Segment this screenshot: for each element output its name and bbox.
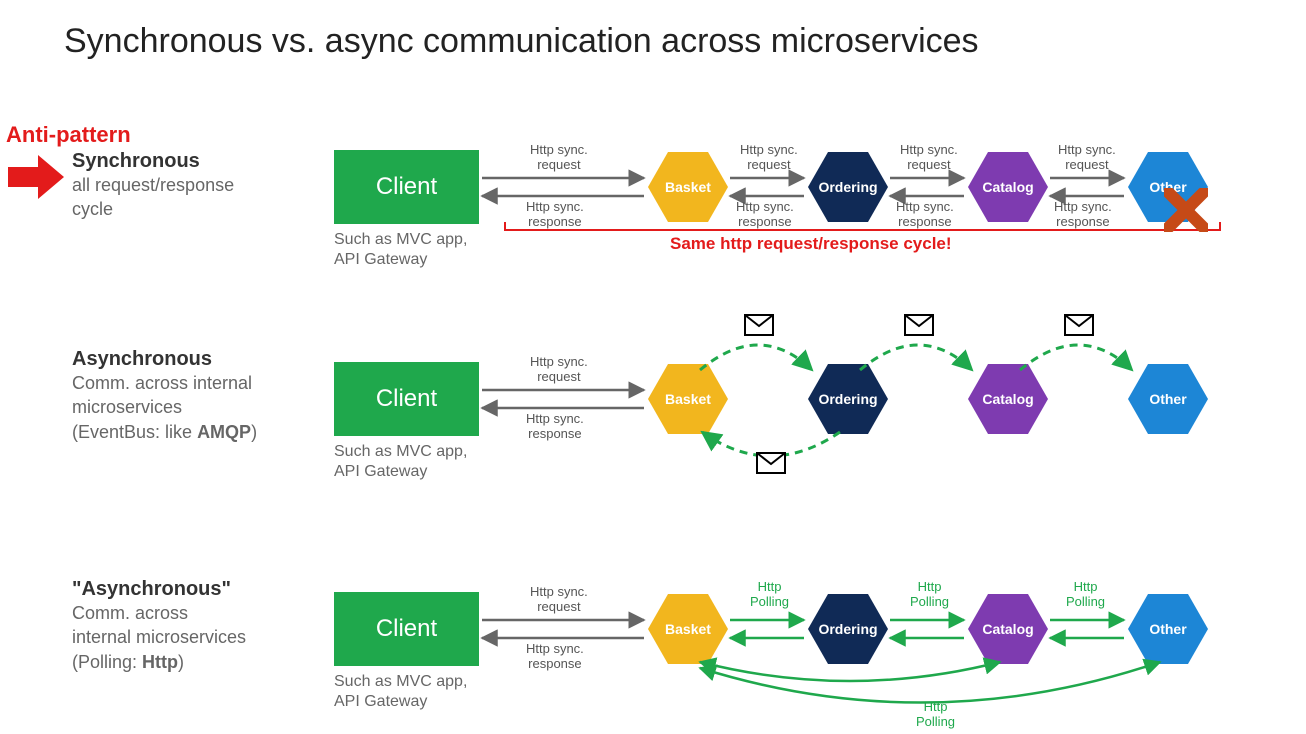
poll-heading: "Asynchronous" <box>72 578 322 601</box>
client-box-sync: Client <box>334 150 479 224</box>
poll-desc: Comm. across internal microservices (Pol… <box>72 601 322 674</box>
ordering-node-poll: Ordering <box>808 594 888 664</box>
other-node-async: Other <box>1128 364 1208 434</box>
envelope-icon <box>904 314 934 336</box>
lbl-req-1b: Http sync.request <box>740 143 798 173</box>
red-arrow-icon <box>8 155 64 199</box>
lbl-req-2a: Http sync.request <box>530 355 588 385</box>
lbl-req-1a: Http sync.request <box>530 143 588 173</box>
lbl-res-1c: Http sync.response <box>896 200 954 230</box>
lbl-req-3a: Http sync.request <box>530 585 588 615</box>
error-x-icon <box>1164 188 1208 232</box>
anti-pattern-label: Anti-pattern <box>6 122 131 148</box>
lbl-res-2a: Http sync.response <box>526 412 584 442</box>
ordering-node-async: Ordering <box>808 364 888 434</box>
basket-node-poll: Basket <box>648 594 728 664</box>
page-title: Synchronous vs. async communication acro… <box>64 22 979 61</box>
catalog-node-async: Catalog <box>968 364 1048 434</box>
catalog-node-sync: Catalog <box>968 152 1048 222</box>
lbl-req-1d: Http sync.request <box>1058 143 1116 173</box>
section-sync-label: Synchronous all request/response cycle <box>72 150 302 222</box>
envelope-icon <box>1064 314 1094 336</box>
ordering-node-sync: Ordering <box>808 152 888 222</box>
sync-desc: all request/response cycle <box>72 173 302 222</box>
lbl-poll-3b: HttpPolling <box>750 580 789 610</box>
lbl-res-3a: Http sync.response <box>526 642 584 672</box>
lbl-req-1c: Http sync.request <box>900 143 958 173</box>
client-box-poll: Client <box>334 592 479 666</box>
async-desc: Comm. across internal microservices (Eve… <box>72 371 322 444</box>
envelope-icon <box>744 314 774 336</box>
client-caption-poll: Such as MVC app,API Gateway <box>334 672 467 712</box>
basket-node-sync: Basket <box>648 152 728 222</box>
lbl-poll-3c: HttpPolling <box>910 580 949 610</box>
section-async-label: Asynchronous Comm. across internal micro… <box>72 348 322 444</box>
red-bracket-label: Same http request/response cycle! <box>670 234 952 254</box>
envelope-icon <box>756 452 786 474</box>
client-box-async: Client <box>334 362 479 436</box>
async-heading: Asynchronous <box>72 348 322 371</box>
lbl-res-1b: Http sync.response <box>736 200 794 230</box>
catalog-node-poll: Catalog <box>968 594 1048 664</box>
client-caption-sync: Such as MVC app,API Gateway <box>334 230 467 270</box>
lbl-poll-3d: HttpPolling <box>1066 580 1105 610</box>
other-node-poll: Other <box>1128 594 1208 664</box>
sync-heading: Synchronous <box>72 150 302 173</box>
lbl-poll-3e: HttpPolling <box>916 700 955 730</box>
lbl-res-1d: Http sync.response <box>1054 200 1112 230</box>
section-poll-label: "Asynchronous" Comm. across internal mic… <box>72 578 322 674</box>
lbl-res-1a: Http sync.response <box>526 200 584 230</box>
basket-node-async: Basket <box>648 364 728 434</box>
client-caption-async: Such as MVC app,API Gateway <box>334 442 467 482</box>
